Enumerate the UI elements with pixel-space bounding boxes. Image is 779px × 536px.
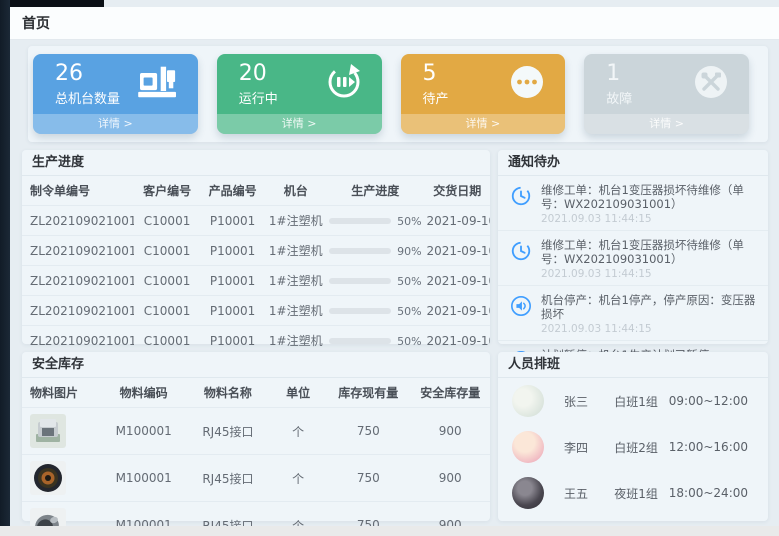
progress-bar: 50% xyxy=(329,215,421,228)
rj45-image xyxy=(30,414,66,448)
card-detail-link[interactable]: 详情 > xyxy=(33,114,198,134)
stat-card-waiting[interactable]: 5 待产 详情 > xyxy=(401,54,566,134)
col-material-code: 物料编码 xyxy=(102,378,186,408)
round-speaker-image xyxy=(30,461,66,495)
person-name: 张三 xyxy=(564,393,614,410)
clock-icon xyxy=(510,238,534,280)
col-delivery: 交货日期 xyxy=(424,176,490,206)
progress-bar: 90% xyxy=(329,245,421,258)
notification-item[interactable]: 机台停产：机台1停产，停产原因：变压器损坏 2021.09.03 11:44:1… xyxy=(498,286,768,341)
person-name: 王五 xyxy=(564,485,614,502)
card-detail-link[interactable]: 详情 > xyxy=(217,114,382,134)
personnel-schedule-panel: 人员排班 张三 白班1组 09:00~12:00 李四 白班2组 12:00~1… xyxy=(498,352,768,521)
notification-time: 2021.09.03 11:44:15 xyxy=(541,213,758,225)
panel-title-inventory: 安全库存 xyxy=(22,352,490,378)
table-header-row: 制令单编号 客户编号 产品编号 机台 生产进度 交货日期 xyxy=(22,176,490,206)
shift-time: 18:00~24:00 xyxy=(669,486,754,500)
bottom-strip xyxy=(0,526,779,536)
tools-icon xyxy=(691,62,731,106)
col-customer: 客户编号 xyxy=(134,176,200,206)
col-product: 产品编号 xyxy=(200,176,266,206)
panel-title-notifications: 通知待办 xyxy=(498,150,768,176)
left-edge-bar xyxy=(0,0,10,527)
schedule-row: 张三 白班1组 09:00~12:00 xyxy=(498,378,768,424)
table-row: ZL202109021001 C10001 P10001 1#注塑机 50% 2… xyxy=(22,326,490,356)
progress-bar: 50% xyxy=(329,335,421,348)
card-detail-link[interactable]: 详情 > xyxy=(584,114,749,134)
stat-value: 20 xyxy=(239,62,278,86)
table-row: ZL202109021001 C10001 P10001 1#注塑机 50% 2… xyxy=(22,296,490,326)
stat-label: 运行中 xyxy=(239,88,278,107)
notification-item[interactable]: 维修工单：机台1变压器损坏待维修（单号：WX202109031001） 2021… xyxy=(498,176,768,231)
shift-label: 白班2组 xyxy=(614,439,669,456)
shift-label: 白班1组 xyxy=(614,393,669,410)
stat-value: 1 xyxy=(606,62,632,86)
shift-time: 09:00~12:00 xyxy=(669,394,754,408)
app-root: 首页 26 总机台数量 xyxy=(0,0,779,536)
table-row: M100001 RJ45接口 个 750 900 xyxy=(22,455,490,502)
speaker-icon xyxy=(510,293,534,335)
col-order-no: 制令单编号 xyxy=(22,176,134,206)
card-detail-link[interactable]: 详情 > xyxy=(401,114,566,134)
notification-item[interactable]: 维修工单：机台1变压器损坏待维修（单号：WX202109031001） 2021… xyxy=(498,231,768,286)
table-row: ZL202109021001 C10001 P10001 1#注塑机 90% 2… xyxy=(22,236,490,266)
schedule-row: 王五 夜班1组 18:00~24:00 xyxy=(498,470,768,516)
stat-card-fault[interactable]: 1 故障 详情 > xyxy=(584,54,749,134)
ellipsis-icon xyxy=(507,62,547,106)
stat-value: 26 xyxy=(55,62,120,86)
progress-bar: 50% xyxy=(329,275,421,288)
page-header: 首页 xyxy=(10,7,779,40)
progress-bar: 50% xyxy=(329,305,421,318)
stat-value: 5 xyxy=(423,62,449,86)
avatar xyxy=(512,431,544,463)
stat-label: 故障 xyxy=(606,88,632,107)
safety-inventory-panel: 安全库存 物料图片 物料编码 物料名称 单位 库存现有量 安全库存量 M1000… xyxy=(22,352,490,521)
running-icon xyxy=(324,62,364,106)
production-table: 制令单编号 客户编号 产品编号 机台 生产进度 交货日期 ZL202109021… xyxy=(22,176,490,355)
notification-time: 2021.09.03 11:44:15 xyxy=(541,323,758,335)
col-unit: 单位 xyxy=(270,378,326,408)
col-machine: 机台 xyxy=(265,176,326,206)
col-material-name: 物料名称 xyxy=(186,378,270,408)
shift-time: 12:00~16:00 xyxy=(669,440,754,454)
shift-label: 夜班1组 xyxy=(614,485,669,502)
table-header-row: 物料图片 物料编码 物料名称 单位 库存现有量 安全库存量 xyxy=(22,378,490,408)
person-name: 李四 xyxy=(564,439,614,456)
table-row: ZL202109021001 C10001 P10001 1#注塑机 50% 2… xyxy=(22,206,490,236)
clock-icon xyxy=(510,183,534,225)
stat-cards-panel: 26 总机台数量 详情 > xyxy=(28,46,768,142)
stat-label: 总机台数量 xyxy=(55,88,120,107)
col-stock: 库存现有量 xyxy=(326,378,410,408)
table-row: ZL202109021001 C10001 P10001 1#注塑机 50% 2… xyxy=(22,266,490,296)
schedule-row: 李四 白班2组 12:00~16:00 xyxy=(498,424,768,470)
panel-title-schedule: 人员排班 xyxy=(498,352,768,378)
panel-title-production: 生产进度 xyxy=(22,150,490,176)
avatar xyxy=(512,477,544,509)
top-dark-strip xyxy=(0,0,104,7)
notifications-panel: 通知待办 维修工单：机台1变压器损坏待维修（单号：WX202109031001）… xyxy=(498,150,768,344)
table-row: M100001 RJ45接口 个 750 900 xyxy=(22,408,490,455)
machine-icon xyxy=(136,64,180,104)
production-progress-panel: 生产进度 制令单编号 客户编号 产品编号 机台 生产进度 交货日期 ZL2021… xyxy=(22,150,490,344)
notification-time: 2021.09.03 11:44:15 xyxy=(541,268,758,280)
stat-card-running[interactable]: 20 运行中 详情 > xyxy=(217,54,382,134)
stat-label: 待产 xyxy=(423,88,449,107)
stat-card-total-machines[interactable]: 26 总机台数量 详情 > xyxy=(33,54,198,134)
col-safety-stock: 安全库存量 xyxy=(410,378,490,408)
page-title[interactable]: 首页 xyxy=(22,13,50,33)
col-progress: 生产进度 xyxy=(326,176,424,206)
inventory-table: 物料图片 物料编码 物料名称 单位 库存现有量 安全库存量 M100001 RJ… xyxy=(22,378,490,536)
col-material-image: 物料图片 xyxy=(22,378,102,408)
avatar xyxy=(512,385,544,417)
